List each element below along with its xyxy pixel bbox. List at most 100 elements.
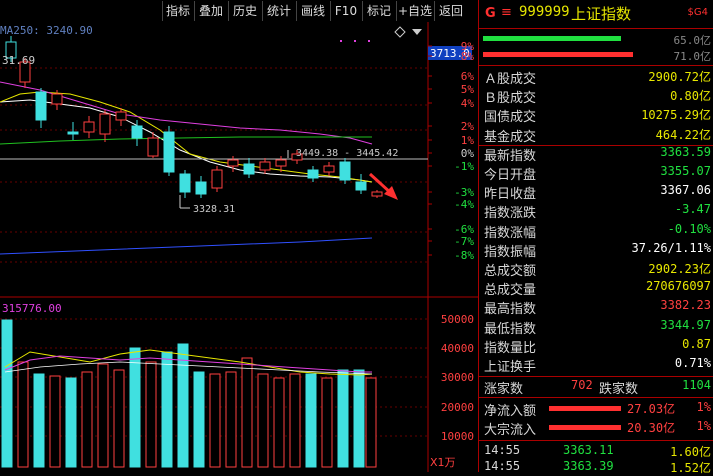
ma250-label: MA250: 3240.90 [0, 24, 93, 37]
candle-body [355, 181, 367, 191]
quote-row-label: 昨日收盘 [484, 187, 537, 203]
candle-body [307, 169, 319, 179]
annotation-low: 3328.31 [193, 204, 235, 215]
quote-row: 上证换手 0.71% [479, 356, 713, 375]
volume-bar [365, 377, 377, 468]
quote-row: Ａ股成交 2900.72亿 [479, 68, 713, 87]
flow-value: 20.30亿 [627, 421, 676, 435]
pct-tick: 4% [461, 97, 475, 110]
volume-bar [337, 369, 349, 468]
tick-time: 14:55 [484, 459, 521, 473]
tick-price: 3363.39 [563, 459, 614, 473]
flow-value: 27.03亿 [627, 402, 676, 416]
quote-row-value: 3344.97 [660, 317, 711, 332]
tick-row: 14:55 3363.39 1.52亿 [479, 459, 713, 476]
volume-tick: 50000 [441, 313, 474, 326]
toolbar-button-2[interactable]: 历史 [228, 1, 261, 21]
volume-bar [65, 377, 77, 468]
down-count: 1104 [682, 378, 711, 392]
tick-time: 14:55 [484, 443, 521, 457]
quote-row: 总成交量 270676097 [479, 279, 713, 298]
up-count: 702 [571, 378, 593, 392]
volume-bar [225, 371, 237, 468]
candle-body [339, 161, 351, 181]
pct-tick: -8% [454, 249, 474, 262]
quote-row-value: 270676097 [645, 279, 711, 294]
quote-row: 指数振幅 37.26/1.11% [479, 241, 713, 260]
quote-row: 指数量比 0.87 [479, 336, 713, 356]
candle-body [35, 91, 47, 121]
annotation-high: 3449.38 - 3445.42 [296, 148, 398, 159]
flow-row: 大宗流入 20.30亿 1% [479, 419, 713, 438]
volume-bar [49, 375, 61, 468]
quote-row-label: 总成交额 [484, 264, 537, 279]
pct-tick: 0% [461, 147, 475, 160]
toolbar-button-3[interactable]: 统计 [262, 1, 295, 21]
quote-row: 指数涨幅 -0.10% [479, 221, 713, 241]
volume-bar [353, 369, 365, 468]
toolbar-button-1[interactable]: 叠加 [194, 1, 227, 21]
pct-tick: -1% [454, 160, 474, 173]
quote-row-value: 0.87 [682, 336, 711, 351]
quote-row-label: 基金成交 [484, 129, 537, 145]
toolbar-button-8[interactable]: 返回 [434, 1, 467, 21]
pct-tick: 2% [461, 120, 475, 133]
volume-bar [257, 373, 269, 468]
flow-label: 净流入额 [484, 404, 537, 419]
candle-body [227, 159, 239, 167]
flow-bar-fill [549, 406, 621, 411]
quote-row: 昨日收盘 3367.06 [479, 183, 713, 203]
flow-bar [483, 52, 633, 57]
chart-toolbar: 指标 叠加 历史 统计 画线 F10 标记 +自选 返回 [0, 0, 478, 22]
flow-bar-value: 65.0亿 [673, 34, 712, 47]
candle-body [51, 93, 63, 105]
badge[interactable]: $G4 [688, 7, 708, 18]
quote-row-label: 今日开盘 [484, 168, 537, 183]
volume-tick: 20000 [441, 401, 474, 414]
flow-bar [483, 36, 621, 41]
pct-tick: -7% [454, 235, 474, 248]
stock-code: 999999 [519, 4, 570, 20]
menu-icon[interactable]: ≡ [501, 5, 512, 20]
volume-bar [177, 343, 189, 468]
quote-row-value: 464.22亿 [655, 127, 711, 142]
candle-body [179, 173, 191, 193]
pct-tick: 1% [461, 134, 475, 147]
volume-max-label: 315776.00 [2, 302, 62, 315]
flow-pct: 1% [696, 400, 711, 414]
volume-tick: 30000 [441, 371, 474, 384]
quote-row-value: 0.80亿 [670, 89, 711, 104]
quote-row-label: 国债成交 [484, 110, 537, 126]
quote-row-label: 最高指数 [484, 302, 537, 318]
quote-row-value: 3382.23 [660, 298, 711, 313]
flow-label: 大宗流入 [484, 423, 537, 438]
panel-header: G ≡ 999999 上证指数 $G4 [479, 0, 713, 28]
candle-body [323, 165, 335, 173]
quote-row-label: 最新指数 [484, 148, 537, 164]
candle-body [67, 131, 79, 135]
quote-row-value: 0.71% [674, 356, 711, 370]
kline-chart[interactable]: 3449.38 - 3445.42 3328.31 MA250: 3240.90… [0, 22, 478, 472]
volume-bar [273, 377, 285, 468]
quote-row-value: -0.10% [667, 221, 711, 236]
quote-row-label: 上证换手 [484, 360, 537, 375]
group-label[interactable]: G [485, 6, 496, 21]
quote-row-label: 指数涨跌 [484, 206, 537, 222]
candle-body [115, 111, 127, 121]
quote-row-label: 指数振幅 [484, 244, 537, 260]
pct-tick: 5% [461, 83, 475, 96]
quote-row-value: 10275.29亿 [641, 108, 711, 123]
quote-panel: G ≡ 999999 上证指数 $G4 65.0亿 71.0亿 Ａ股成交 2900.… [478, 0, 713, 475]
flow-row: 净流入额 27.03亿 1% [479, 400, 713, 419]
toolbar-button-5[interactable]: F10 [330, 1, 361, 21]
toolbar-button-4[interactable]: 画线 [296, 1, 329, 21]
volume-tick: 10000 [441, 430, 474, 443]
toolbar-button-7[interactable]: +自选 [396, 1, 433, 21]
quote-row-label: Ｂ股成交 [484, 91, 537, 107]
toolbar-button-6[interactable]: 标记 [362, 1, 395, 21]
volume-bar [97, 363, 109, 468]
flow-bar-value: 71.0亿 [673, 50, 712, 63]
toolbar-button-0[interactable]: 指标 [162, 1, 193, 21]
candle-body [259, 161, 271, 171]
volume-bar [81, 371, 93, 468]
